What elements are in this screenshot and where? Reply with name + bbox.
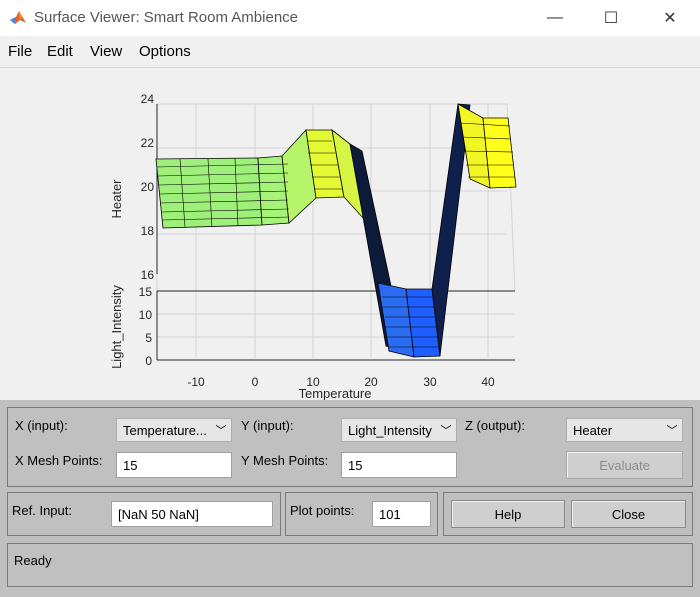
surface-plot[interactable]: 24 22 20 18 16 15 10 5 0 -10 0 10 20 30 … [0,68,700,404]
axes-settings-group: X (input): Temperature... ﹀ Y (input): L… [7,407,693,487]
menu-options[interactable]: Options [139,43,191,60]
close-icon: ✕ [663,10,677,27]
y-input-dropdown[interactable]: Light_Intensity ﹀ [341,418,457,442]
y-input-value: Light_Intensity [348,423,432,438]
z-tick-label: 22 [141,136,155,150]
maximize-icon: ☐ [603,10,619,27]
y-mesh-input[interactable]: 15 [341,452,457,478]
y-tick-label: 10 [139,308,153,322]
y-tick-label: 15 [139,285,153,299]
surface-mesh [155,103,517,358]
menu-file[interactable]: File [8,43,32,60]
plot-points-input[interactable]: 101 [372,501,431,527]
evaluate-button[interactable]: Evaluate [566,451,683,479]
plot-area: 24 22 20 18 16 15 10 5 0 -10 0 10 20 30 … [0,67,700,404]
z-axis-label: Heater [109,179,124,219]
z-tick-label: 24 [141,92,155,106]
x-input-dropdown[interactable]: Temperature... ﹀ [116,418,232,442]
z-tick-label: 16 [141,268,155,282]
z-output-label: Z (output): [465,418,525,433]
title-bar: Surface Viewer: Smart Room Ambience — ☐ … [0,0,700,36]
y-tick-label: 0 [145,354,152,368]
ref-input-label: Ref. Input: [12,503,72,518]
y-input-label: Y (input): [241,418,294,433]
plot-points-group: Plot points: 101 [285,492,438,536]
minimize-icon: — [547,9,563,26]
x-tick-label: 40 [481,375,495,389]
x-tick-label: 30 [423,375,437,389]
maximize-button[interactable]: ☐ [582,0,640,36]
x-input-label: X (input): [15,418,68,433]
matlab-logo-icon [9,8,27,26]
help-button[interactable]: Help [451,500,565,528]
z-output-dropdown[interactable]: Heater ﹀ [566,418,683,442]
menu-view[interactable]: View [90,43,122,60]
z-tick-label: 18 [141,224,155,238]
z-output-value: Heater [573,423,613,438]
action-buttons-group: Help Close [443,492,693,536]
window-title: Surface Viewer: Smart Room Ambience [34,9,299,26]
x-tick-label: 0 [252,375,259,389]
x-input-value: Temperature... [123,423,207,438]
chevron-down-icon: ﹀ [215,425,227,437]
x-mesh-label: X Mesh Points: [15,453,103,468]
x-mesh-input[interactable]: 15 [116,452,232,478]
z-tick-label: 20 [141,180,155,194]
y-axis-label: Light_Intensity [109,285,124,369]
chevron-down-icon: ﹀ [666,425,678,437]
menu-bar: File Edit View Options [0,38,700,66]
chevron-down-icon: ﹀ [440,425,452,437]
status-bar: Ready [7,543,693,587]
close-button[interactable]: Close [571,500,686,528]
menu-edit[interactable]: Edit [47,43,73,60]
ref-input-field[interactable]: [NaN 50 NaN] [111,501,273,527]
y-tick-label: 5 [145,331,152,345]
minimize-button[interactable]: — [526,0,584,36]
x-tick-label: -10 [187,375,205,389]
status-text: Ready [14,553,52,568]
plot-points-label: Plot points: [290,503,355,518]
ref-input-group: Ref. Input: [NaN 50 NaN] [7,492,281,536]
close-window-button[interactable]: ✕ [641,0,699,36]
y-mesh-label: Y Mesh Points: [241,453,329,468]
x-axis-label: Temperature [299,386,372,401]
